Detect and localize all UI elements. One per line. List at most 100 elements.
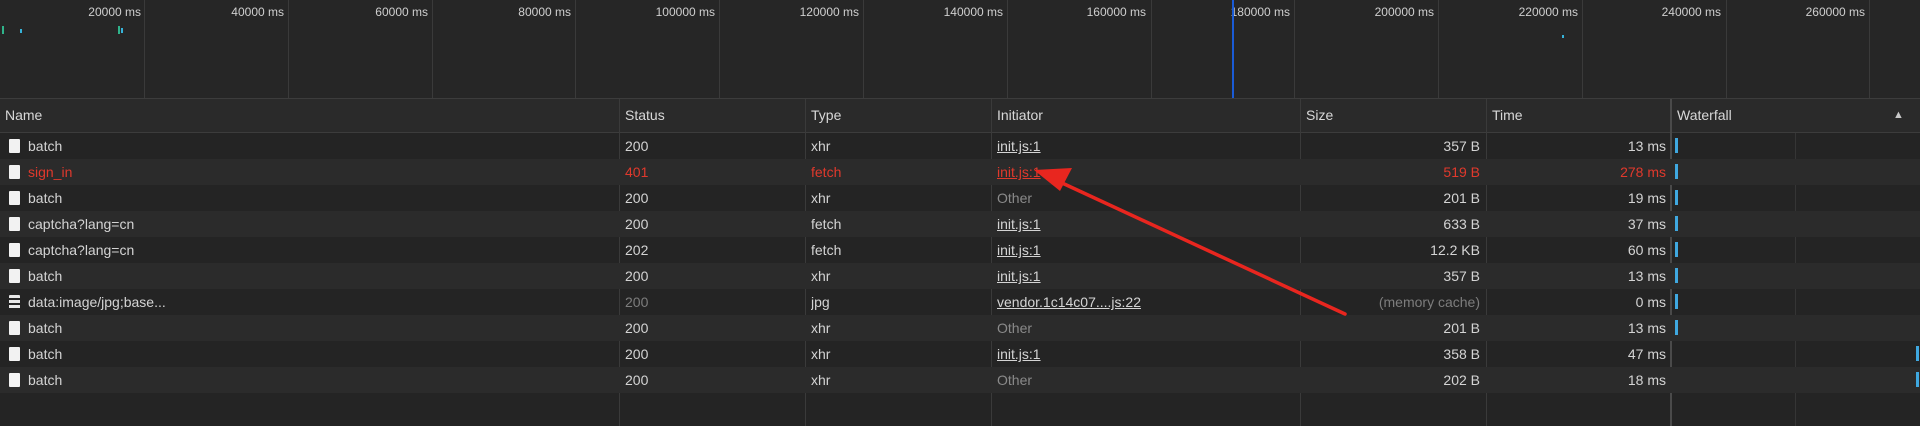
request-time: 60 ms: [1627, 242, 1666, 258]
request-name: batch: [28, 268, 63, 284]
tick-line: [575, 0, 576, 98]
request-initiator-link[interactable]: init.js:1: [997, 341, 1287, 367]
request-status: 401: [625, 164, 649, 180]
waterfall-bar: [1675, 190, 1678, 205]
document-icon: [9, 165, 20, 179]
request-status: 200: [625, 294, 649, 310]
image-file-icon: [9, 295, 20, 309]
request-size: 633 B: [1443, 216, 1480, 232]
request-size: 202 B: [1443, 372, 1480, 388]
request-time: 13 ms: [1627, 320, 1666, 336]
column-header-time[interactable]: Time: [1487, 99, 1523, 132]
table-row[interactable]: captcha?lang=cn 200 fetch init.js:1 633 …: [0, 211, 1920, 237]
column-header-name[interactable]: Name: [0, 99, 42, 132]
request-size: 201 B: [1443, 190, 1480, 206]
request-type: xhr: [811, 190, 831, 206]
table-row[interactable]: data:image/jpg;base... 200 jpg vendor.1c…: [0, 289, 1920, 315]
waterfall-bar: [1916, 372, 1919, 387]
request-initiator: Other: [997, 372, 1033, 388]
request-initiator-link[interactable]: vendor.1c14c07....js:22: [997, 289, 1287, 315]
table-row[interactable]: batch 200 xhr Other 201 B 13 ms: [0, 315, 1920, 341]
tick-label: 120000 ms: [799, 5, 859, 19]
request-status: 200: [625, 190, 649, 206]
request-status: 200: [625, 268, 649, 284]
column-header-size[interactable]: Size: [1301, 99, 1333, 132]
request-initiator-link[interactable]: init.js:1: [997, 237, 1287, 263]
table-row[interactable]: batch 200 xhr Other 202 B 18 ms: [0, 367, 1920, 393]
table-row[interactable]: batch 200 xhr init.js:1 357 B 13 ms: [0, 263, 1920, 289]
overview-request-mark: [20, 29, 22, 33]
tick-label: 140000 ms: [943, 5, 1003, 19]
request-initiator-link[interactable]: init.js:1: [997, 211, 1287, 237]
request-name: data:image/jpg;base...: [28, 294, 166, 310]
timeline-playhead[interactable]: [1232, 0, 1234, 98]
request-time: 0 ms: [1635, 294, 1666, 310]
column-header-status[interactable]: Status: [620, 99, 665, 132]
table-row[interactable]: captcha?lang=cn 202 fetch init.js:1 12.2…: [0, 237, 1920, 263]
overview-request-mark: [2, 26, 4, 34]
request-time: 19 ms: [1627, 190, 1666, 206]
request-initiator: Other: [997, 320, 1033, 336]
tick-label: 20000 ms: [88, 5, 141, 19]
request-initiator-link[interactable]: init.js:1: [997, 263, 1287, 289]
sort-ascending-icon[interactable]: ▲: [1893, 109, 1904, 121]
request-type: fetch: [811, 242, 842, 258]
table-row[interactable]: batch 200 xhr init.js:1 357 B 13 ms: [0, 133, 1920, 159]
waterfall-bar: [1675, 242, 1678, 257]
request-size: (memory cache): [1378, 294, 1480, 310]
tick-label: 100000 ms: [655, 5, 715, 19]
request-type: xhr: [811, 138, 831, 154]
request-size: 357 B: [1443, 268, 1480, 284]
request-time: 18 ms: [1627, 372, 1666, 388]
overview-timeline[interactable]: 20000 ms 40000 ms 60000 ms 80000 ms 1000…: [0, 0, 1920, 99]
request-type: xhr: [811, 372, 831, 388]
tick-line: [1007, 0, 1008, 98]
document-icon: [9, 217, 20, 231]
waterfall-bar: [1675, 138, 1678, 153]
tick-line: [144, 0, 145, 98]
request-time: 47 ms: [1627, 346, 1666, 362]
request-name: batch: [28, 138, 63, 154]
request-time: 278 ms: [1620, 164, 1666, 180]
overview-request-mark: [118, 26, 120, 34]
tick-line: [1582, 0, 1583, 98]
tick-label: 240000 ms: [1661, 5, 1721, 19]
request-status: 200: [625, 138, 649, 154]
request-status: 202: [625, 242, 649, 258]
request-name: batch: [28, 320, 63, 336]
request-initiator-link[interactable]: init.js:1: [997, 159, 1287, 185]
request-size: 12.2 KB: [1430, 242, 1480, 258]
request-time: 13 ms: [1627, 268, 1666, 284]
table-row[interactable]: batch 200 xhr init.js:1 358 B 47 ms: [0, 341, 1920, 367]
column-header-type[interactable]: Type: [806, 99, 841, 132]
request-size: 201 B: [1443, 320, 1480, 336]
request-status: 200: [625, 346, 649, 362]
tick-label: 40000 ms: [231, 5, 284, 19]
tick-label: 160000 ms: [1086, 5, 1146, 19]
tick-label: 220000 ms: [1518, 5, 1578, 19]
request-time: 37 ms: [1627, 216, 1666, 232]
document-icon: [9, 373, 20, 387]
table-row[interactable]: batch 200 xhr Other 201 B 19 ms: [0, 185, 1920, 211]
table-header: Name Status Type Initiator Size Time Wat…: [0, 99, 1920, 133]
tick-line: [1151, 0, 1152, 98]
request-status: 200: [625, 216, 649, 232]
request-type: xhr: [811, 268, 831, 284]
tick-label: 60000 ms: [375, 5, 428, 19]
request-initiator-link[interactable]: init.js:1: [997, 133, 1287, 159]
tick-line: [1438, 0, 1439, 98]
tick-label: 80000 ms: [518, 5, 571, 19]
column-header-initiator[interactable]: Initiator: [992, 99, 1043, 132]
table-row[interactable]: sign_in 401 fetch init.js:1 519 B 278 ms: [0, 159, 1920, 185]
request-name: batch: [28, 346, 63, 362]
waterfall-bar: [1675, 320, 1678, 335]
request-type: fetch: [811, 216, 842, 232]
document-icon: [9, 243, 20, 257]
document-icon: [9, 347, 20, 361]
waterfall-bar: [1675, 268, 1678, 283]
column-header-waterfall[interactable]: Waterfall: [1672, 99, 1732, 132]
request-type: jpg: [811, 294, 830, 310]
overview-request-mark: [1562, 35, 1564, 38]
document-icon: [9, 269, 20, 283]
request-initiator: Other: [997, 190, 1033, 206]
